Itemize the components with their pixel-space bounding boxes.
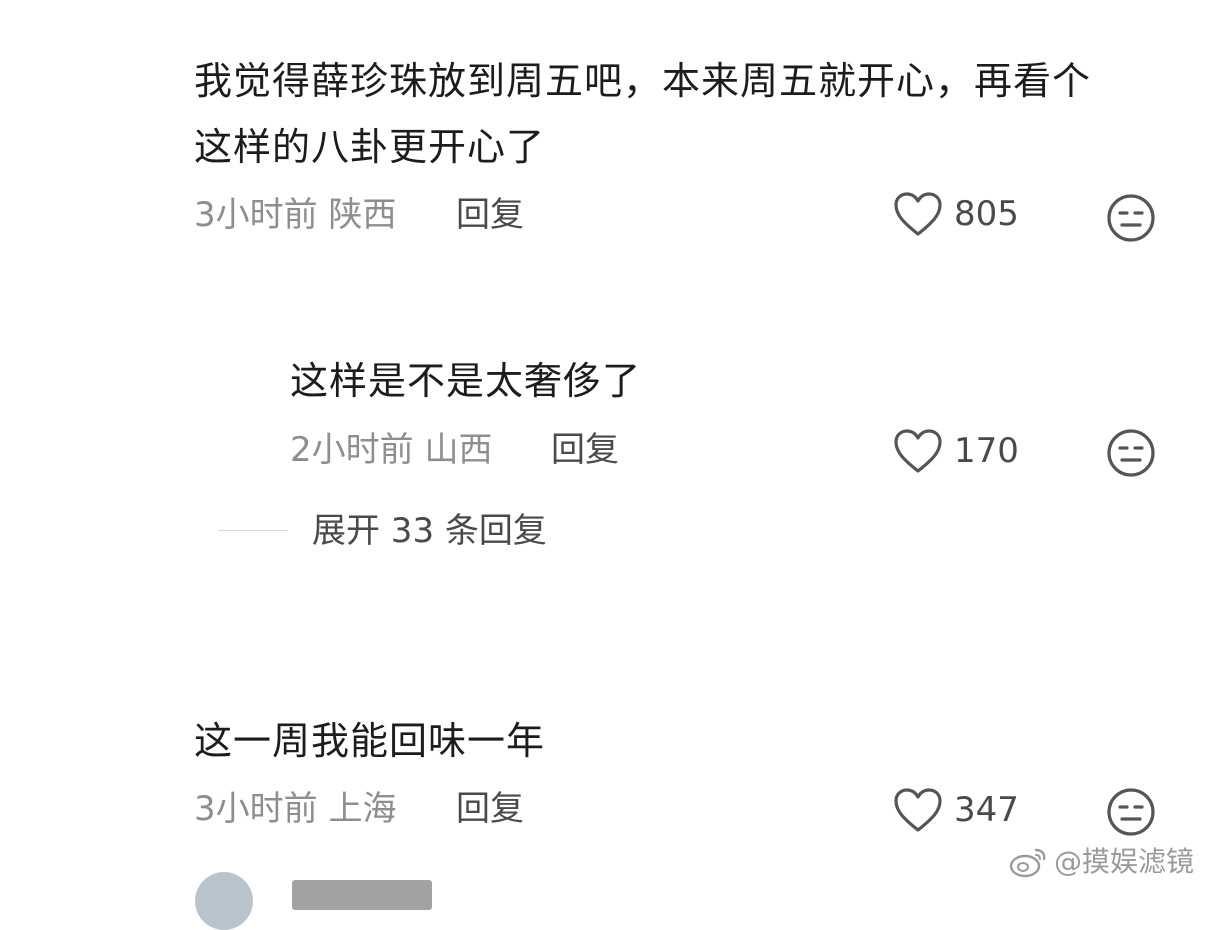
reply-button[interactable]: 回复 [456,195,524,235]
meh-face-icon [1107,788,1155,836]
like-count: 347 [954,790,1019,830]
dislike-button[interactable] [1106,193,1156,247]
watermark: @摸娱滤镜 [1008,845,1194,879]
comment-time-location: 3小时前 陕西 [194,195,397,235]
like-count: 170 [954,431,1019,471]
heart-outline-icon [894,192,942,236]
expand-divider-line [218,530,288,531]
weibo-icon [1009,848,1046,878]
dislike-button[interactable] [1106,428,1156,482]
like-button[interactable]: 347 [892,786,1019,834]
reply-button[interactable]: 回复 [456,789,524,829]
like-count: 805 [954,194,1019,234]
username-peek [292,880,432,910]
comment-text: 这一周我能回味一年 [194,719,546,763]
meh-face-icon [1107,194,1155,242]
comment-text: 这样是不是太奢侈了 [290,359,642,403]
expand-replies-button[interactable]: 展开 33 条回复 [312,511,547,551]
dislike-button[interactable] [1106,787,1156,841]
like-button[interactable]: 170 [892,427,1019,475]
heart-outline-icon [894,788,942,832]
heart-outline-icon [894,429,942,473]
like-button[interactable]: 805 [892,190,1019,238]
comment-time-location: 3小时前 上海 [194,789,397,829]
comment-text: 我觉得薛珍珠放到周五吧，本来周五就开心，再看个 这样的八卦更开心了 [194,59,1092,169]
meh-face-icon [1107,429,1155,477]
comment-time-location: 2小时前 山西 [290,430,493,470]
watermark-text: @摸娱滤镜 [1053,845,1194,878]
avatar[interactable] [195,872,253,930]
reply-button[interactable]: 回复 [551,430,619,470]
